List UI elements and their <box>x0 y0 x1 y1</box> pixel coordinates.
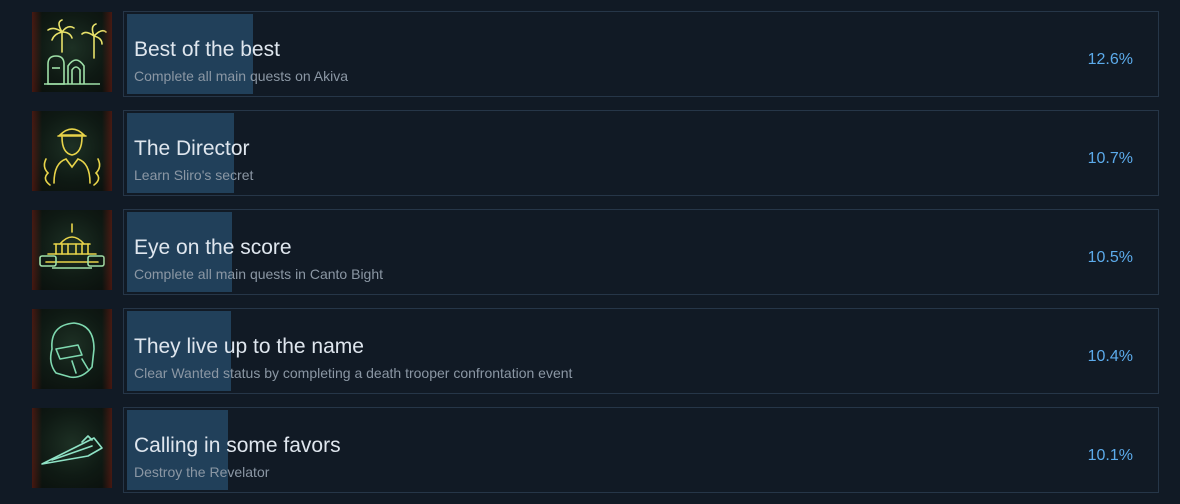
achievement-row: They live up to the name Clear Wanted st… <box>0 308 1180 394</box>
achievement-description: Learn Sliro's secret <box>134 167 254 183</box>
unlock-percent: 10.7% <box>1087 150 1133 167</box>
achievement-card: The Director Learn Sliro's secret 10.7% <box>123 110 1159 196</box>
achievements-list: Best of the best Complete all main quest… <box>0 0 1180 504</box>
unlock-percent: 10.1% <box>1087 447 1133 464</box>
achievement-card: Best of the best Complete all main quest… <box>123 11 1159 97</box>
achievement-title: They live up to the name <box>134 335 364 358</box>
casino-building-icon <box>32 210 112 290</box>
palm-trees-hut-icon <box>32 12 112 92</box>
unlock-percent: 10.4% <box>1087 348 1133 365</box>
achievement-card: Calling in some favors Destroy the Revel… <box>123 407 1159 493</box>
achievement-description: Clear Wanted status by completing a deat… <box>134 365 573 381</box>
achievement-row: Best of the best Complete all main quest… <box>0 11 1180 97</box>
achievement-row: The Director Learn Sliro's secret 10.7% <box>0 110 1180 196</box>
achievement-title: Calling in some favors <box>134 434 341 457</box>
unlock-percent: 12.6% <box>1087 51 1133 68</box>
achievement-title: Best of the best <box>134 38 280 61</box>
director-figure-icon <box>32 111 112 191</box>
achievement-row: Eye on the score Complete all main quest… <box>0 209 1180 295</box>
death-trooper-helmet-icon <box>32 309 112 389</box>
star-destroyer-icon <box>32 408 112 488</box>
unlock-percent: 10.5% <box>1087 249 1133 266</box>
achievement-description: Complete all main quests on Akiva <box>134 68 348 84</box>
achievement-row: Calling in some favors Destroy the Revel… <box>0 407 1180 493</box>
achievement-card: They live up to the name Clear Wanted st… <box>123 308 1159 394</box>
achievement-description: Complete all main quests in Canto Bight <box>134 266 384 282</box>
achievement-title: Eye on the score <box>134 236 292 259</box>
achievement-description: Destroy the Revelator <box>134 464 270 480</box>
achievement-title: The Director <box>134 137 250 160</box>
achievement-card: Eye on the score Complete all main quest… <box>123 209 1159 295</box>
